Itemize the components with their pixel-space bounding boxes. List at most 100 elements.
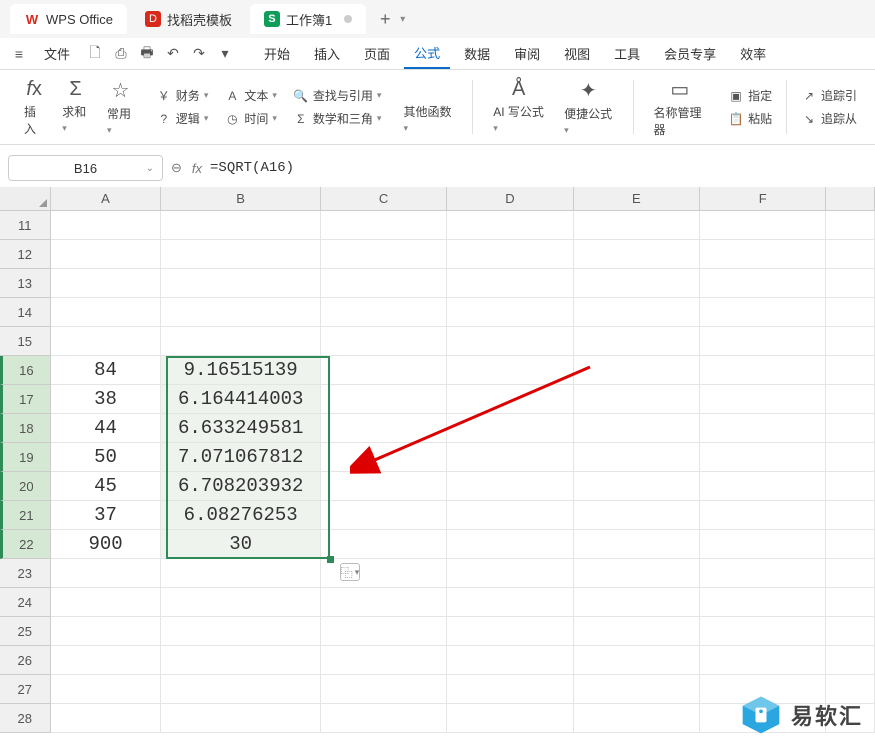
cell-E15[interactable]	[574, 327, 700, 356]
cell-C12[interactable]	[321, 240, 447, 269]
row-header-22[interactable]: 22	[0, 530, 51, 559]
cell-D15[interactable]	[447, 327, 573, 356]
save-icon[interactable]: 🗋	[84, 42, 106, 66]
cell-C24[interactable]	[321, 588, 447, 617]
cell-A11[interactable]	[51, 211, 162, 240]
cell-E28[interactable]	[574, 704, 700, 733]
menu-formula[interactable]: 公式	[404, 39, 450, 69]
cell-B22[interactable]: 30	[161, 530, 320, 559]
tab-dropdown-icon[interactable]: ▾	[400, 14, 405, 25]
cell-G15[interactable]	[826, 327, 875, 356]
cell-F16[interactable]	[700, 356, 826, 385]
cell-F24[interactable]	[700, 588, 826, 617]
cell-A22[interactable]: 900	[51, 530, 162, 559]
cell-D19[interactable]	[447, 443, 573, 472]
cell-C19[interactable]	[321, 443, 447, 472]
hamburger-icon[interactable]: ≡	[8, 46, 30, 62]
cell-F19[interactable]	[700, 443, 826, 472]
print-preview-icon[interactable]: ⎙	[110, 45, 132, 62]
cell-D27[interactable]	[447, 675, 573, 704]
cell-F14[interactable]	[700, 298, 826, 327]
cell-F23[interactable]	[700, 559, 826, 588]
col-header-B[interactable]: B	[161, 187, 320, 211]
cell-F21[interactable]	[700, 501, 826, 530]
row-header-20[interactable]: 20	[0, 472, 51, 501]
cell-C18[interactable]	[321, 414, 447, 443]
cell-G26[interactable]	[826, 646, 875, 675]
cell-G22[interactable]	[826, 530, 875, 559]
cell-D16[interactable]	[447, 356, 573, 385]
cell-B26[interactable]	[161, 646, 320, 675]
cell-B21[interactable]: 6.08276253	[161, 501, 320, 530]
autofill-options-button[interactable]: ⿻▾	[340, 563, 360, 581]
cell-E22[interactable]	[574, 530, 700, 559]
chevron-down-icon[interactable]: ⌄	[146, 163, 154, 174]
new-tab-button[interactable]: +	[370, 9, 400, 30]
menu-start[interactable]: 开始	[254, 40, 300, 67]
cell-F11[interactable]	[700, 211, 826, 240]
cell-D21[interactable]	[447, 501, 573, 530]
cell-B11[interactable]	[161, 211, 320, 240]
other-functions-button[interactable]: 其他函数 ▾	[397, 78, 458, 136]
cell-D22[interactable]	[447, 530, 573, 559]
col-header-extra[interactable]	[826, 187, 875, 211]
cell-A20[interactable]: 45	[51, 472, 162, 501]
cell-E26[interactable]	[574, 646, 700, 675]
cell-C13[interactable]	[321, 269, 447, 298]
cell-A25[interactable]	[51, 617, 162, 646]
row-header-23[interactable]: 23	[0, 559, 51, 588]
name-manager-button[interactable]: ▭ 名称管理器	[647, 75, 712, 140]
undo-icon[interactable]: ↶	[162, 45, 184, 62]
cell-B13[interactable]	[161, 269, 320, 298]
col-header-F[interactable]: F	[700, 187, 826, 211]
tab-wps-office[interactable]: W WPS Office	[10, 4, 127, 34]
insert-function-button[interactable]: fx 插入	[18, 76, 50, 138]
menu-tools[interactable]: 工具	[604, 40, 650, 67]
cell-C25[interactable]	[321, 617, 447, 646]
cell-D20[interactable]	[447, 472, 573, 501]
print-icon[interactable]: 🖶	[136, 42, 158, 66]
cell-C17[interactable]	[321, 385, 447, 414]
cell-D26[interactable]	[447, 646, 573, 675]
cell-G13[interactable]	[826, 269, 875, 298]
select-all-corner[interactable]	[0, 187, 51, 211]
menu-page[interactable]: 页面	[354, 40, 400, 67]
cell-A18[interactable]: 44	[51, 414, 162, 443]
fx-icon[interactable]: fx	[192, 161, 202, 176]
cell-E18[interactable]	[574, 414, 700, 443]
cell-G19[interactable]	[826, 443, 875, 472]
cell-G11[interactable]	[826, 211, 875, 240]
paste-name-button[interactable]: 📋粘贴	[728, 110, 772, 127]
menu-view[interactable]: 视图	[554, 40, 600, 67]
cell-G18[interactable]	[826, 414, 875, 443]
row-header-12[interactable]: 12	[0, 240, 51, 269]
cell-D24[interactable]	[447, 588, 573, 617]
cell-F22[interactable]	[700, 530, 826, 559]
cell-F18[interactable]	[700, 414, 826, 443]
cell-D28[interactable]	[447, 704, 573, 733]
trace-precedents-button[interactable]: ↗追踪引	[801, 87, 857, 104]
cell-A26[interactable]	[51, 646, 162, 675]
cell-B14[interactable]	[161, 298, 320, 327]
cell-D18[interactable]	[447, 414, 573, 443]
cell-E24[interactable]	[574, 588, 700, 617]
cell-G17[interactable]	[826, 385, 875, 414]
cell-A13[interactable]	[51, 269, 162, 298]
cell-A12[interactable]	[51, 240, 162, 269]
cell-E19[interactable]	[574, 443, 700, 472]
cell-B20[interactable]: 6.708203932	[161, 472, 320, 501]
cell-A23[interactable]	[51, 559, 162, 588]
cell-D17[interactable]	[447, 385, 573, 414]
cell-E21[interactable]	[574, 501, 700, 530]
name-box[interactable]: B16 ⌄	[8, 155, 163, 181]
cell-D11[interactable]	[447, 211, 573, 240]
cell-A24[interactable]	[51, 588, 162, 617]
lookup-functions-button[interactable]: 🔍查找与引用▾	[293, 87, 382, 104]
cell-E25[interactable]	[574, 617, 700, 646]
cell-B19[interactable]: 7.071067812	[161, 443, 320, 472]
cell-G12[interactable]	[826, 240, 875, 269]
col-header-C[interactable]: C	[321, 187, 447, 211]
cell-F20[interactable]	[700, 472, 826, 501]
row-header-16[interactable]: 16	[0, 356, 51, 385]
spreadsheet-grid[interactable]: A B C D E F 111213141516849.165151391738…	[0, 187, 875, 733]
